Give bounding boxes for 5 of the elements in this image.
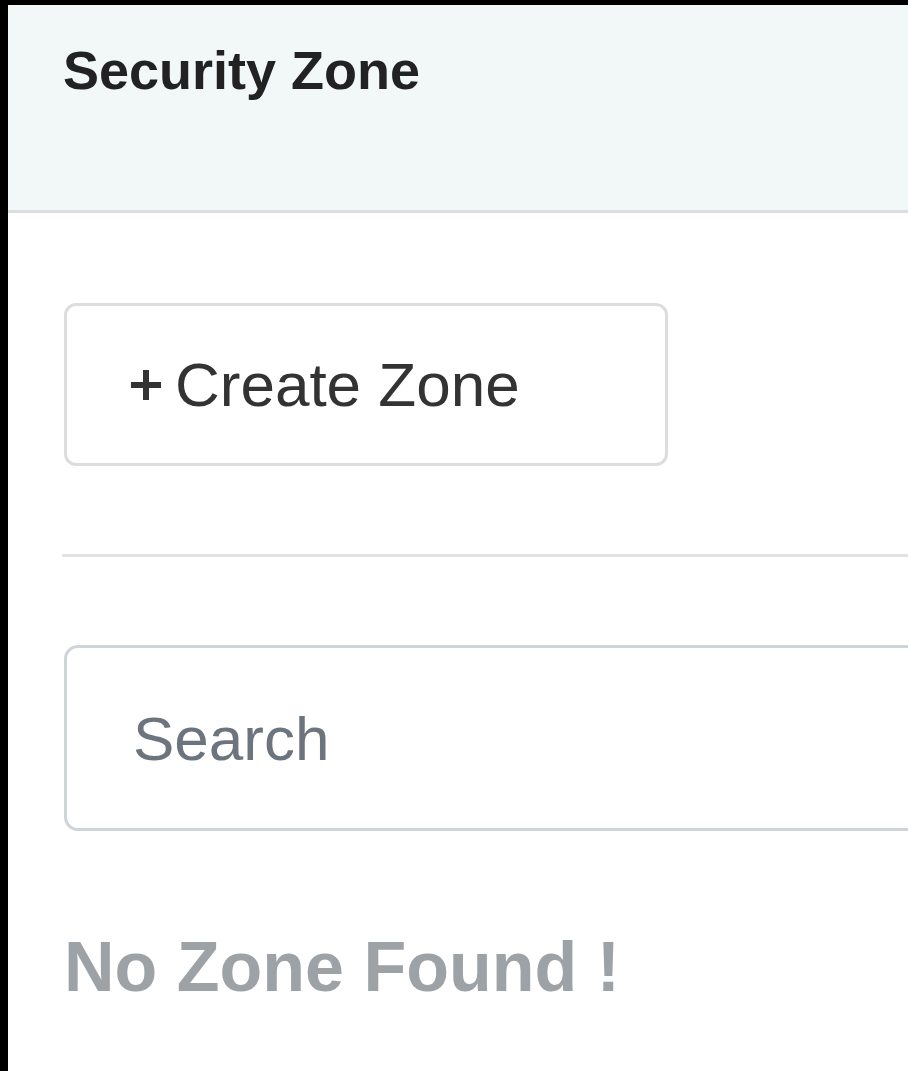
empty-message: No Zone Found ! [64, 927, 620, 1007]
search-field[interactable]: Search [64, 645, 908, 831]
create-zone-button[interactable]: Create Zone [64, 303, 668, 466]
plus-icon [131, 369, 161, 400]
page-title: Security Zone [63, 40, 421, 100]
